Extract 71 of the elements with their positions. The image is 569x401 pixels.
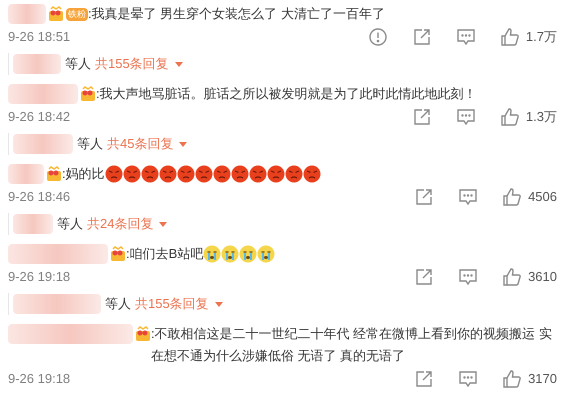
caret-down-icon [179, 142, 188, 146]
comment-time: 9-26 18:46 [8, 188, 70, 206]
blurred-username [8, 84, 78, 104]
thumbs-up-icon[interactable] [502, 369, 522, 389]
angry-face-icon [212, 165, 231, 183]
reply-count-link[interactable]: 共45条回复 [107, 134, 188, 154]
angry-face-icon [266, 165, 285, 183]
angry-face-icon [176, 165, 195, 183]
comment-time: 9-26 18:42 [8, 108, 70, 126]
comment-icon[interactable] [456, 107, 476, 127]
blurred-username [13, 134, 73, 154]
comment-time: 9-26 19:18 [8, 268, 70, 286]
reply-count-link[interactable]: 共155条回复 [95, 54, 183, 74]
caret-down-icon [174, 62, 183, 66]
like-count: 1.7万 [526, 28, 557, 46]
angry-face-icon [104, 165, 123, 183]
blurred-username [13, 214, 53, 234]
caret-down-icon [214, 302, 223, 306]
angry-face-icon [284, 165, 303, 183]
caret-down-icon [159, 222, 168, 226]
share-icon[interactable] [414, 369, 434, 389]
reply-users-text: 等人 [65, 55, 91, 74]
comment-text: :咱们去B站吧 [126, 245, 204, 263]
crying-face-icon [203, 245, 222, 263]
comment-text: :我大声地骂脏话。脏话之所以被发明就是为了此时此情此地此刻！ [96, 85, 477, 103]
angry-face-icon [158, 165, 177, 183]
reply-users-text: 等人 [77, 135, 103, 154]
comment-text: :不敢相信这是二十一世纪二十年代 经常在微博上看到你的视频搬运 实在想不通为什么涉嫌低俗 无语了 真的无语了 [151, 325, 553, 365]
thumbs-up-icon[interactable] [500, 107, 520, 127]
angry-face-icon [302, 165, 321, 183]
crying-face-icon [257, 245, 276, 263]
thumbs-up-icon[interactable] [502, 267, 522, 287]
crying-face-icon [239, 245, 258, 263]
like-count: 1.3万 [526, 108, 557, 126]
blurred-username [8, 164, 44, 184]
comment-text: :妈的比 [62, 165, 105, 183]
crown-icon [46, 166, 62, 182]
like-count: 4506 [528, 188, 557, 206]
share-icon[interactable] [412, 107, 432, 127]
share-icon[interactable] [414, 267, 434, 287]
angry-face-icon [122, 165, 141, 183]
reply-users-text: 等人 [57, 215, 83, 234]
like-count: 3170 [528, 370, 557, 388]
thumbs-up-icon[interactable] [500, 27, 520, 47]
comment-icon[interactable] [458, 187, 478, 207]
crown-icon [110, 246, 126, 262]
comment-icon[interactable] [456, 27, 476, 47]
thumbs-up-icon[interactable] [502, 187, 522, 207]
like-count: 3610 [528, 268, 557, 286]
comment-icon[interactable] [458, 369, 478, 389]
blurred-username [8, 4, 46, 24]
share-icon[interactable] [412, 27, 432, 47]
crown-icon [80, 86, 96, 102]
blurred-username [13, 54, 61, 74]
crying-face-icon [221, 245, 240, 263]
share-icon[interactable] [414, 187, 434, 207]
reply-users-text: 等人 [105, 295, 131, 314]
comment-time: 9-26 18:51 [8, 28, 70, 46]
angry-face-icon [230, 165, 249, 183]
crown-icon [135, 326, 151, 342]
comment-text: :我真是晕了 男生穿个女装怎么了 大清亡了一百年了 [88, 5, 385, 23]
report-icon[interactable] [368, 27, 388, 47]
reply-count-link[interactable]: 共155条回复 [135, 294, 223, 314]
angry-face-icon [248, 165, 267, 183]
comment-time: 9-26 19:18 [8, 370, 70, 388]
crown-icon [48, 6, 64, 22]
reply-count-link[interactable]: 共24条回复 [87, 214, 168, 234]
angry-face-icon [140, 165, 159, 183]
angry-face-icon [194, 165, 213, 183]
comment-icon[interactable] [458, 267, 478, 287]
fan-badge: 铁粉 [66, 8, 88, 20]
